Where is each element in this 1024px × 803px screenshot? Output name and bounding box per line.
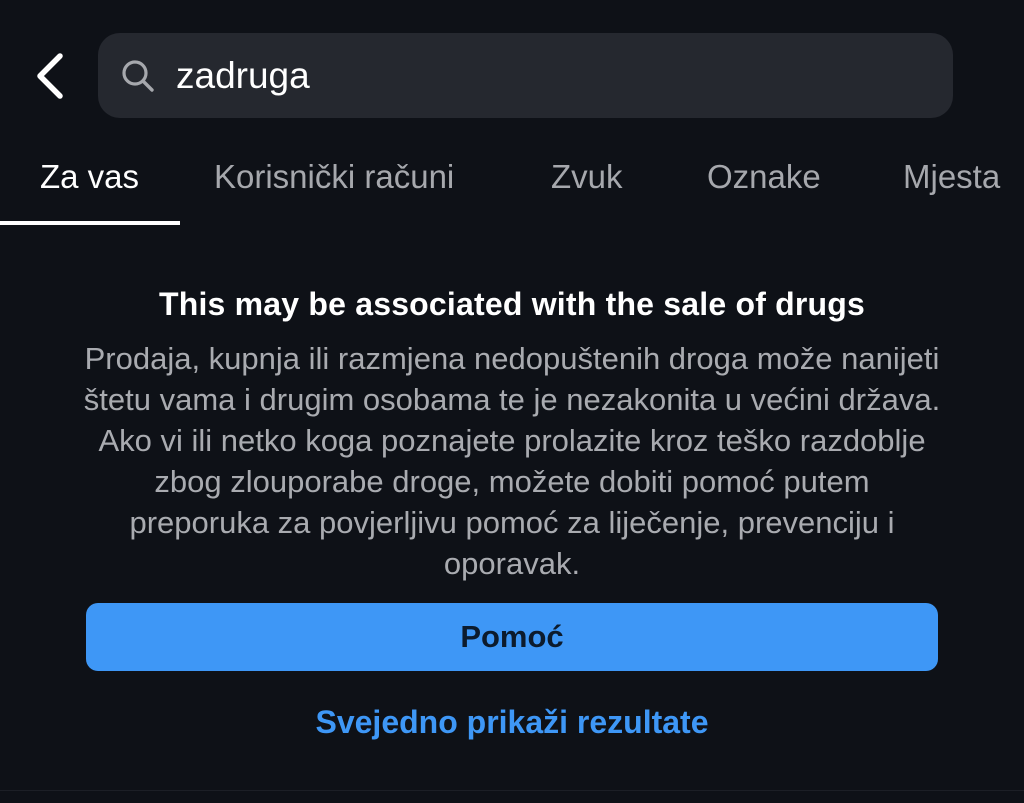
search-tabs: Za vas Korisnički računi Zvuk Oznake Mje… (0, 140, 1024, 230)
tab-korisnicki-racuni[interactable]: Korisnički računi (214, 158, 454, 196)
bottom-divider (0, 790, 1024, 791)
tab-mjesta[interactable]: Mjesta (903, 158, 1000, 196)
chevron-left-icon (37, 53, 63, 99)
search-input[interactable] (176, 33, 916, 118)
warning-body: Prodaja, kupnja ili razmjena nedopušteni… (83, 341, 941, 581)
search-icon (122, 60, 154, 92)
back-button[interactable] (28, 50, 72, 102)
warning-title: This may be associated with the sale of … (158, 286, 866, 322)
show-results-anyway-link[interactable]: Svejedno prikaži rezultate (0, 704, 1024, 741)
help-button[interactable]: Pomoć (86, 603, 938, 671)
search-bar[interactable] (98, 33, 953, 118)
tab-zvuk[interactable]: Zvuk (551, 158, 623, 196)
top-bar (0, 0, 1024, 140)
tab-za-vas[interactable]: Za vas (40, 158, 139, 196)
tab-oznake[interactable]: Oznake (707, 158, 821, 196)
active-tab-indicator (0, 221, 180, 225)
